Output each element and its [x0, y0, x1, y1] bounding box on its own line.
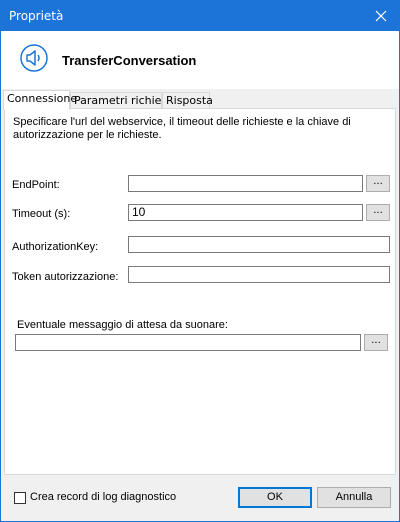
- tab-parametri-richiesta[interactable]: Parametri richiesta: [70, 92, 178, 109]
- activity-title: TransferConversation: [62, 53, 197, 68]
- ok-button[interactable]: OK: [238, 487, 312, 508]
- endpoint-label: EndPoint:: [12, 179, 60, 191]
- wait-message-label: Eventuale messaggio di attesa da suonare…: [17, 319, 228, 331]
- header-panel: TransferConversation: [1, 31, 399, 89]
- speaker-icon: [20, 44, 48, 72]
- token-label: Token autorizzazione:: [12, 271, 119, 283]
- endpoint-input[interactable]: [128, 175, 363, 192]
- token-input[interactable]: [128, 266, 390, 283]
- title-bar: Proprietà: [1, 1, 399, 31]
- wait-message-input[interactable]: [15, 334, 361, 351]
- tab-connessione[interactable]: Connessione: [3, 90, 77, 110]
- timeout-input[interactable]: 10: [128, 204, 363, 221]
- close-button[interactable]: [363, 1, 399, 31]
- authorization-key-input[interactable]: [128, 236, 390, 253]
- log-checkbox[interactable]: [14, 492, 26, 504]
- timeout-label: Timeout (s):: [12, 208, 71, 220]
- authorization-key-label: AuthorizationKey:: [12, 241, 99, 253]
- window-title: Proprietà: [9, 9, 64, 23]
- description-text: Specificare l'url del webservice, il tim…: [13, 116, 351, 141]
- endpoint-browse-button[interactable]: ...: [366, 175, 390, 192]
- tab-risposta[interactable]: Risposta: [162, 92, 213, 109]
- wait-message-browse-button[interactable]: ...: [364, 334, 388, 351]
- cancel-button[interactable]: Annulla: [317, 487, 391, 508]
- log-checkbox-label[interactable]: Crea record di log diagnostico: [30, 491, 176, 503]
- close-icon: [375, 10, 387, 22]
- footer: Crea record di log diagnostico OK Annull…: [1, 475, 399, 521]
- connection-panel: Specificare l'url del webservice, il tim…: [4, 108, 396, 475]
- timeout-browse-button[interactable]: ...: [366, 204, 390, 221]
- properties-dialog: Proprietà TransferConversation Connessio…: [0, 0, 400, 522]
